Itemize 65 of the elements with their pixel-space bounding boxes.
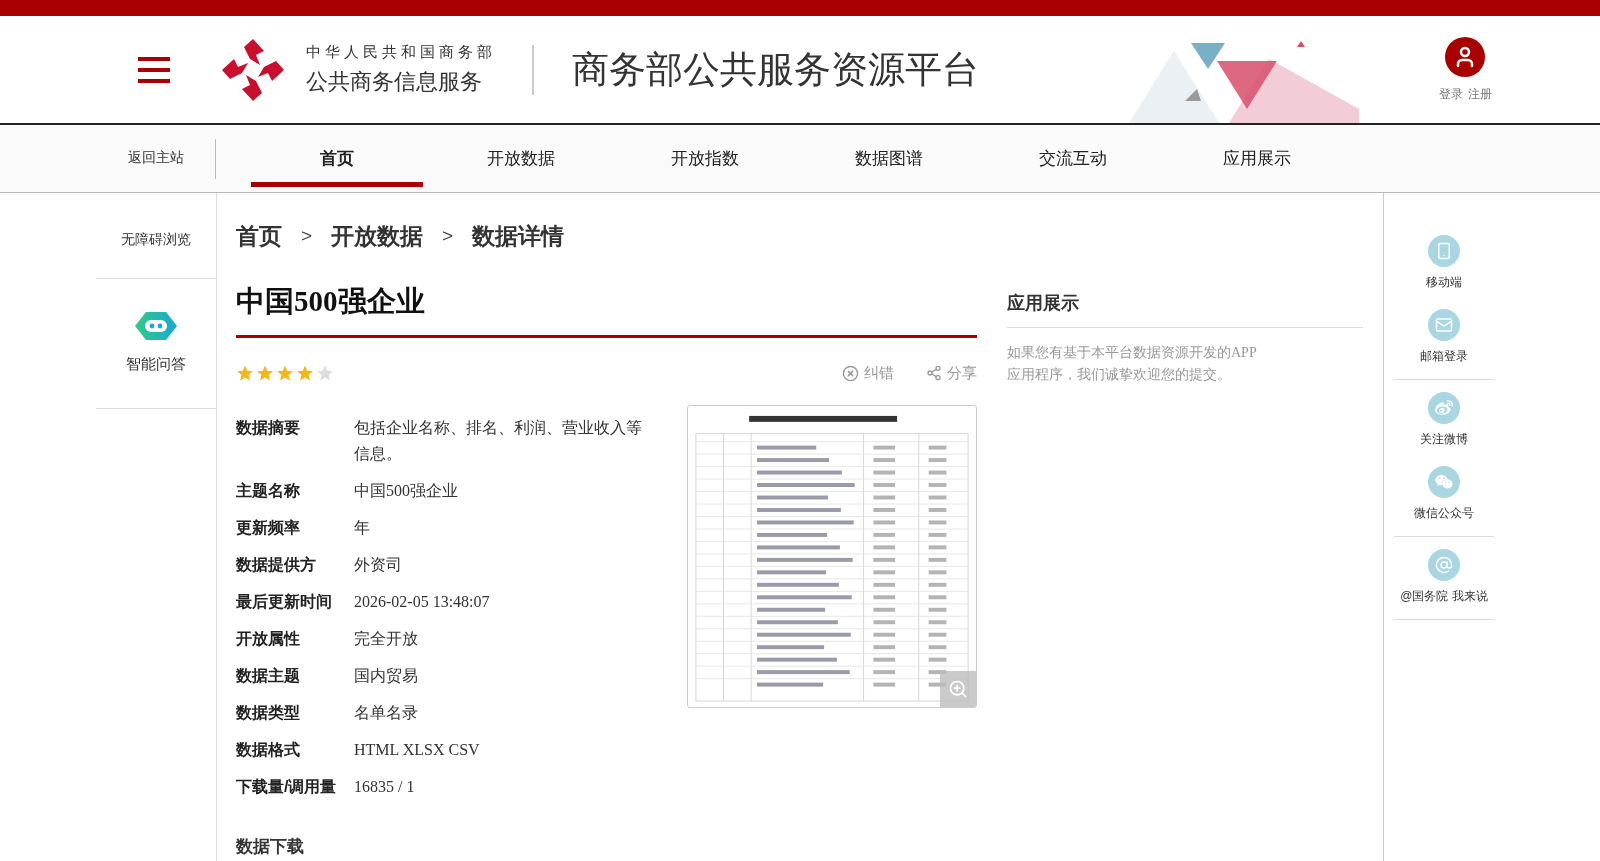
field-label: 下载量/调用量: [236, 776, 338, 797]
breadcrumb-link[interactable]: 首页: [236, 219, 282, 254]
mail-icon: [1428, 309, 1460, 341]
share-link[interactable]: 移动端: [1394, 235, 1494, 291]
section-heading: 数据下载: [236, 835, 305, 858]
apps-description: 如果您有基于本平台数据资源开发的APP应用程序，我们诚挚欢迎您的提交。: [1007, 344, 1258, 384]
share-icon: [926, 365, 942, 382]
field-value: 年: [354, 517, 371, 538]
auth-link[interactable]: 注册: [1467, 84, 1492, 103]
platform-title: 商务部公共服务资源平台: [572, 47, 979, 92]
nav-tab[interactable]: 应用展示: [1171, 125, 1343, 187]
share-link[interactable]: 微信公众号: [1394, 466, 1494, 522]
nav-tab[interactable]: 交流互动: [987, 125, 1159, 187]
zoom-icon: [948, 678, 968, 699]
field-value: 外资司: [354, 554, 403, 575]
phone-icon: [1428, 235, 1460, 267]
service-name: 公共商务信息服务: [306, 68, 483, 97]
breadcrumb-link[interactable]: 开放数据: [331, 219, 424, 254]
field-value: 中国500强企业: [354, 480, 459, 501]
nav-tab[interactable]: 数据图谱: [803, 125, 975, 187]
field-label: 数据提供方: [236, 554, 317, 575]
field-value: 完全开放: [354, 628, 419, 649]
nav-tab[interactable]: 开放指数: [619, 125, 791, 187]
menu-icon[interactable]: [138, 56, 170, 83]
breadcrumb-separator: >: [301, 224, 313, 248]
auth-link[interactable]: 登录: [1438, 84, 1463, 103]
star-icon: [276, 364, 294, 383]
field-value: 包括企业名称、排名、利润、营业收入等信息。: [354, 417, 643, 464]
close-circle-icon: [842, 364, 859, 382]
field-label: 主题名称: [236, 480, 301, 501]
accessibility-link[interactable]: 无障碍浏览: [121, 229, 191, 250]
field-label: 更新频率: [236, 517, 301, 538]
field-label: 数据摘要: [236, 417, 301, 438]
assistant-link[interactable]: 智能问答: [126, 353, 186, 376]
breadcrumb-separator: >: [442, 224, 454, 248]
logo-icon[interactable]: [220, 36, 286, 103]
apps-heading: 应用展示: [1007, 292, 1080, 315]
nav-tab[interactable]: 开放数据: [435, 125, 607, 187]
field-value: 名单名录: [354, 702, 419, 723]
field-value: HTML XLSX CSV: [354, 739, 481, 760]
weibo-icon: [1428, 392, 1460, 424]
star-icon: [236, 364, 254, 383]
nav-tab[interactable]: 首页: [251, 125, 423, 187]
field-label: 数据类型: [236, 702, 301, 723]
chat-bubbles-icon: [1428, 466, 1460, 498]
field-label: 最后更新时间: [236, 591, 333, 612]
field-value: 国内贸易: [354, 665, 419, 686]
field-label: 开放属性: [236, 628, 301, 649]
user-avatar-icon[interactable]: [1445, 36, 1485, 77]
robot-icon[interactable]: [134, 311, 178, 342]
share-link[interactable]: 关注微博: [1394, 392, 1494, 448]
star-icon: [296, 364, 314, 383]
back-link[interactable]: 返回主站: [96, 125, 215, 189]
field-label: 数据主题: [236, 665, 301, 686]
star-icon: [256, 364, 274, 383]
breadcrumb-current: 数据详情: [472, 222, 565, 251]
dataset-title: 中国500强企业: [236, 283, 426, 319]
field-value: 16835 / 1: [354, 776, 416, 797]
field-value: 2026-02-05 13:48:07: [354, 591, 491, 612]
at-sign-icon: [1428, 549, 1460, 581]
share-link[interactable]: 邮箱登录: [1394, 309, 1494, 365]
share-link[interactable]: @国务院 我来说: [1394, 549, 1494, 605]
org-name: 中华人民共和国商务部: [306, 41, 496, 62]
star-icon: [316, 364, 334, 383]
field-label: 数据格式: [236, 739, 301, 760]
